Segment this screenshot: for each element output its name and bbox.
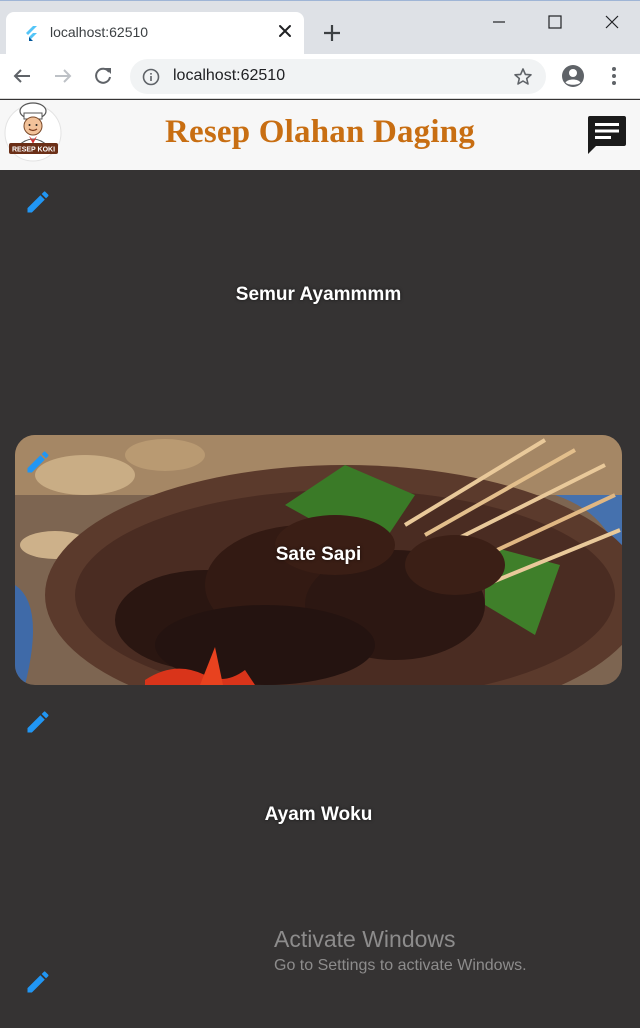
watermark-subtitle: Go to Settings to activate Windows. <box>274 957 527 974</box>
recipe-card[interactable]: Semur Ayammmm <box>15 175 622 425</box>
app-bar: RESEP KOKI Resep Olahan Daging <box>0 100 640 170</box>
edit-pencil-icon[interactable] <box>24 448 52 476</box>
recipe-card[interactable]: Sate Sapi <box>15 435 622 685</box>
minimize-window-icon[interactable] <box>488 11 510 33</box>
windows-activation-watermark: Activate Windows Go to Settings to activ… <box>274 926 527 975</box>
bookmark-star-icon[interactable] <box>513 67 533 87</box>
address-bar[interactable]: localhost:62510 <box>130 59 546 94</box>
site-info-icon[interactable] <box>142 68 160 86</box>
watermark-title: Activate Windows <box>274 926 456 952</box>
edit-pencil-icon[interactable] <box>24 968 52 996</box>
reload-icon[interactable] <box>92 65 114 87</box>
profile-avatar-icon[interactable] <box>561 64 585 88</box>
recipe-title: Sate Sapi <box>275 544 362 565</box>
close-tab-icon[interactable] <box>277 23 293 39</box>
browser-tab[interactable]: localhost:62510 <box>6 12 304 55</box>
browser-toolbar: localhost:62510 <box>0 54 640 99</box>
page-title: Resep Olahan Daging <box>164 114 476 150</box>
browser-menu-icon[interactable] <box>604 65 624 87</box>
recipe-title: Semur Ayammmm <box>235 284 402 305</box>
chat-message-icon[interactable] <box>586 114 628 156</box>
edit-pencil-icon[interactable] <box>24 708 52 736</box>
new-tab-icon[interactable] <box>322 23 342 43</box>
url-text[interactable]: localhost:62510 <box>173 67 285 85</box>
tab-title: localhost:62510 <box>50 24 149 40</box>
back-arrow-icon[interactable] <box>11 65 33 87</box>
close-window-icon[interactable] <box>601 11 623 33</box>
edit-pencil-icon[interactable] <box>24 188 52 216</box>
recipe-card[interactable]: Ayam Woku <box>15 695 622 945</box>
forward-arrow-icon[interactable] <box>52 65 74 87</box>
maximize-window-icon[interactable] <box>544 11 566 33</box>
flutter-favicon-icon <box>26 26 37 41</box>
recipe-title: Ayam Woku <box>264 804 373 825</box>
browser-tabstrip: localhost:62510 <box>0 0 640 55</box>
